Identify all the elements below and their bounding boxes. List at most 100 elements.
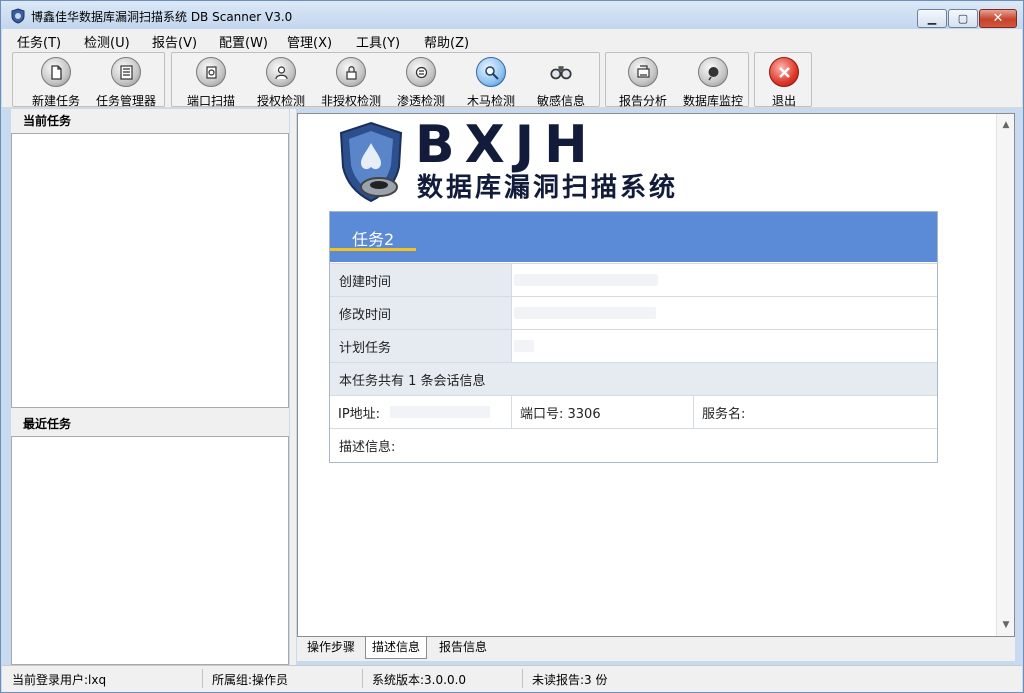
description-row: 描述信息: <box>330 428 937 461</box>
status-user: 当前登录用户:lxq <box>12 673 107 687</box>
exit-button[interactable]: 退出 <box>749 57 819 108</box>
status-group: 所属组:操作员 <box>212 673 289 687</box>
task-list-icon <box>111 57 141 87</box>
task-manager-label: 任务管理器 <box>95 94 156 108</box>
scheduled-label: 计划任务 <box>339 341 392 356</box>
tab-report[interactable]: 报告信息 <box>431 637 495 659</box>
sensitive-info-button[interactable]: 敏感信息 <box>526 57 596 108</box>
exit-icon <box>769 57 799 87</box>
window-title: 博鑫佳华数据库漏洞扫描系统 DB Scanner V3.0 <box>31 10 293 24</box>
connection-row: IP地址: 端口号: 3306 服务名: <box>330 395 937 428</box>
service-label: 服务名: <box>702 407 746 422</box>
task-title: 任务2 <box>352 230 395 249</box>
modified-time-value <box>514 307 656 319</box>
toolbar: 新建任务 任务管理器 端口扫描 授权检测 非授权检测 渗透检测 木马检测 敏感信… <box>2 51 1022 108</box>
close-button[interactable]: ✕ <box>979 9 1017 28</box>
trojan-check-button[interactable]: 木马检测 <box>456 57 526 108</box>
menu-task[interactable]: 任务(T) <box>17 32 61 51</box>
port-scan-label: 端口扫描 <box>186 94 235 108</box>
recent-tasks-title: 最近任务 <box>23 417 72 431</box>
vertical-scrollbar[interactable]: ▲ ▼ <box>996 114 1014 636</box>
recent-tasks-list[interactable] <box>11 436 289 665</box>
new-document-icon <box>41 57 71 87</box>
menu-config[interactable]: 配置(W) <box>219 32 268 51</box>
tab-description[interactable]: 描述信息 <box>365 637 427 659</box>
title-bar: 博鑫佳华数据库漏洞扫描系统 DB Scanner V3.0 ▁ ▢ ✕ <box>1 1 1023 29</box>
auth-check-label: 授权检测 <box>256 94 305 108</box>
ip-cell: IP地址: <box>330 396 512 428</box>
ip-label: IP地址: <box>338 407 381 422</box>
main-splitter[interactable] <box>290 109 296 665</box>
port-cell: 端口号: 3306 <box>512 396 694 428</box>
auth-check-icon <box>266 57 296 87</box>
scroll-down-icon[interactable]: ▼ <box>997 616 1015 634</box>
binoculars-icon <box>546 57 576 87</box>
menu-help[interactable]: 帮助(Z) <box>424 32 469 51</box>
tab-steps[interactable]: 操作步骤 <box>299 637 363 659</box>
new-task-button[interactable]: 新建任务 <box>21 57 91 108</box>
pentest-button[interactable]: 渗透检测 <box>386 57 456 108</box>
task-info-table: 任务2 创建时间 修改时间 计划任务 本任务共有 1 条会话信息 IP地址: 端… <box>329 211 938 463</box>
pentest-label: 渗透检测 <box>396 94 445 108</box>
current-tasks-header: 当前任务 <box>11 109 289 133</box>
ip-value <box>390 406 490 418</box>
pentest-icon <box>406 57 436 87</box>
unauth-check-label: 非授权检测 <box>320 94 381 108</box>
trojan-check-label: 木马检测 <box>466 94 515 108</box>
created-time-value <box>514 274 658 286</box>
menu-bar: 任务(T) 检测(U) 报告(V) 配置(W) 管理(X) 工具(Y) 帮助(Z… <box>2 29 1022 51</box>
menu-report[interactable]: 报告(V) <box>152 32 197 51</box>
created-time-row: 创建时间 <box>330 263 937 296</box>
status-separator <box>522 669 523 688</box>
toolbar-group-exit: 退出 <box>754 52 812 108</box>
task-manager-button[interactable]: 任务管理器 <box>91 57 161 108</box>
db-monitor-button[interactable]: 数据库监控 <box>678 57 748 108</box>
shield-logo-icon <box>339 121 403 203</box>
magnifier-icon <box>476 57 506 87</box>
scheduled-value <box>514 340 534 352</box>
auth-check-button[interactable]: 授权检测 <box>246 57 316 108</box>
status-version: 系统版本:3.0.0.0 <box>372 673 467 687</box>
port-label: 端口号: 3306 <box>520 407 601 422</box>
logo-wordmark: BXJH <box>415 115 598 175</box>
menu-tools[interactable]: 工具(Y) <box>356 32 400 51</box>
menu-manage[interactable]: 管理(X) <box>287 32 332 51</box>
menu-detect[interactable]: 检测(U) <box>84 32 130 51</box>
modified-time-label: 修改时间 <box>339 308 392 323</box>
toolbar-group-report: 报告分析 数据库监控 <box>605 52 749 108</box>
port-scan-button[interactable]: 端口扫描 <box>176 57 246 108</box>
status-separator <box>202 669 203 688</box>
logo-subtitle: 数据库漏洞扫描系统 <box>417 173 679 203</box>
created-time-label: 创建时间 <box>339 275 392 290</box>
maximize-button[interactable]: ▢ <box>948 9 978 28</box>
scheduled-row: 计划任务 <box>330 329 937 362</box>
session-info-text: 本任务共有 1 条会话信息 <box>339 374 486 389</box>
monitor-icon <box>698 57 728 87</box>
db-monitor-label: 数据库监控 <box>682 94 743 108</box>
close-icon: ✕ <box>992 11 1004 26</box>
scroll-up-icon[interactable]: ▲ <box>997 116 1015 134</box>
report-analysis-button[interactable]: 报告分析 <box>608 57 678 108</box>
current-tasks-list[interactable] <box>11 133 289 408</box>
report-analysis-label: 报告分析 <box>618 94 667 108</box>
report-icon <box>628 57 658 87</box>
maximize-icon: ▢ <box>957 12 969 25</box>
unauth-check-button[interactable]: 非授权检测 <box>316 57 386 108</box>
lock-icon <box>336 57 366 87</box>
task-title-underline <box>330 248 416 251</box>
minimize-icon: ▁ <box>927 12 937 25</box>
recent-tasks-header: 最近任务 <box>11 412 289 436</box>
minimize-button[interactable]: ▁ <box>917 9 947 28</box>
app-window: 博鑫佳华数据库漏洞扫描系统 DB Scanner V3.0 ▁ ▢ ✕ 任务(T… <box>0 0 1024 693</box>
description-label: 描述信息: <box>339 440 396 455</box>
bottom-tab-bar: 操作步骤 描述信息 报告信息 <box>297 637 1015 661</box>
status-unread: 未读报告:3 份 <box>532 673 608 687</box>
sensitive-info-label: 敏感信息 <box>536 94 585 108</box>
current-tasks-title: 当前任务 <box>23 114 72 128</box>
modified-time-row: 修改时间 <box>330 296 937 329</box>
port-scan-icon <box>196 57 226 87</box>
status-bar: 当前登录用户:lxq 所属组:操作员 系统版本:3.0.0.0 未读报告:3 份 <box>2 665 1022 692</box>
task-header: 任务2 <box>330 212 937 262</box>
new-task-label: 新建任务 <box>31 94 80 108</box>
status-separator <box>362 669 363 688</box>
